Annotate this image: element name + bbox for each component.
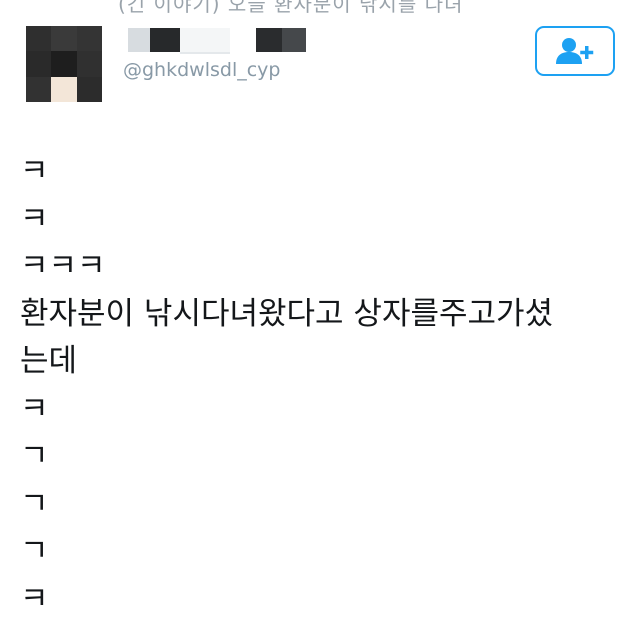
redacted-name-block — [128, 28, 150, 52]
tweet-line: ㅋ — [20, 580, 49, 617]
tweet-line: 는데 — [20, 343, 78, 379]
display-name-redacted[interactable] — [126, 28, 306, 54]
redacted-name-block — [150, 28, 180, 52]
tweet-line: ㄱ — [20, 485, 49, 522]
previous-tweet-cutoff-text: (긴 이야기) 오늘 환자분이 낚시를 다녀 — [118, 0, 464, 16]
user-handle[interactable]: @ghkdwlsdl_cyp — [123, 59, 280, 81]
redacted-name-block — [180, 28, 230, 54]
tweet-line: ㅋ — [20, 390, 49, 427]
follow-button[interactable] — [535, 26, 615, 76]
tweet-line: 환자분이 낚시다녀왔다고 상자를주고가셨 — [20, 295, 554, 332]
tweet-line: ㅋㅋㅋ — [20, 248, 106, 284]
redacted-name-block — [256, 28, 282, 52]
redacted-name-block — [282, 28, 306, 52]
tweet-text: ㅋ ㅋ ㅋㅋㅋ 환자분이 낚시다녀왔다고 상자를주고가셨 는데 ㅋ ㄱ ㄱ ㄱ … — [20, 148, 620, 623]
tweet-line: ㅋ — [20, 200, 49, 237]
tweet-line: ㄱ — [20, 438, 49, 474]
avatar[interactable] — [26, 26, 102, 102]
tweet-line: ㅋ — [20, 153, 49, 189]
tweet-line: ㄱ — [20, 533, 49, 569]
add-user-icon — [556, 38, 594, 64]
